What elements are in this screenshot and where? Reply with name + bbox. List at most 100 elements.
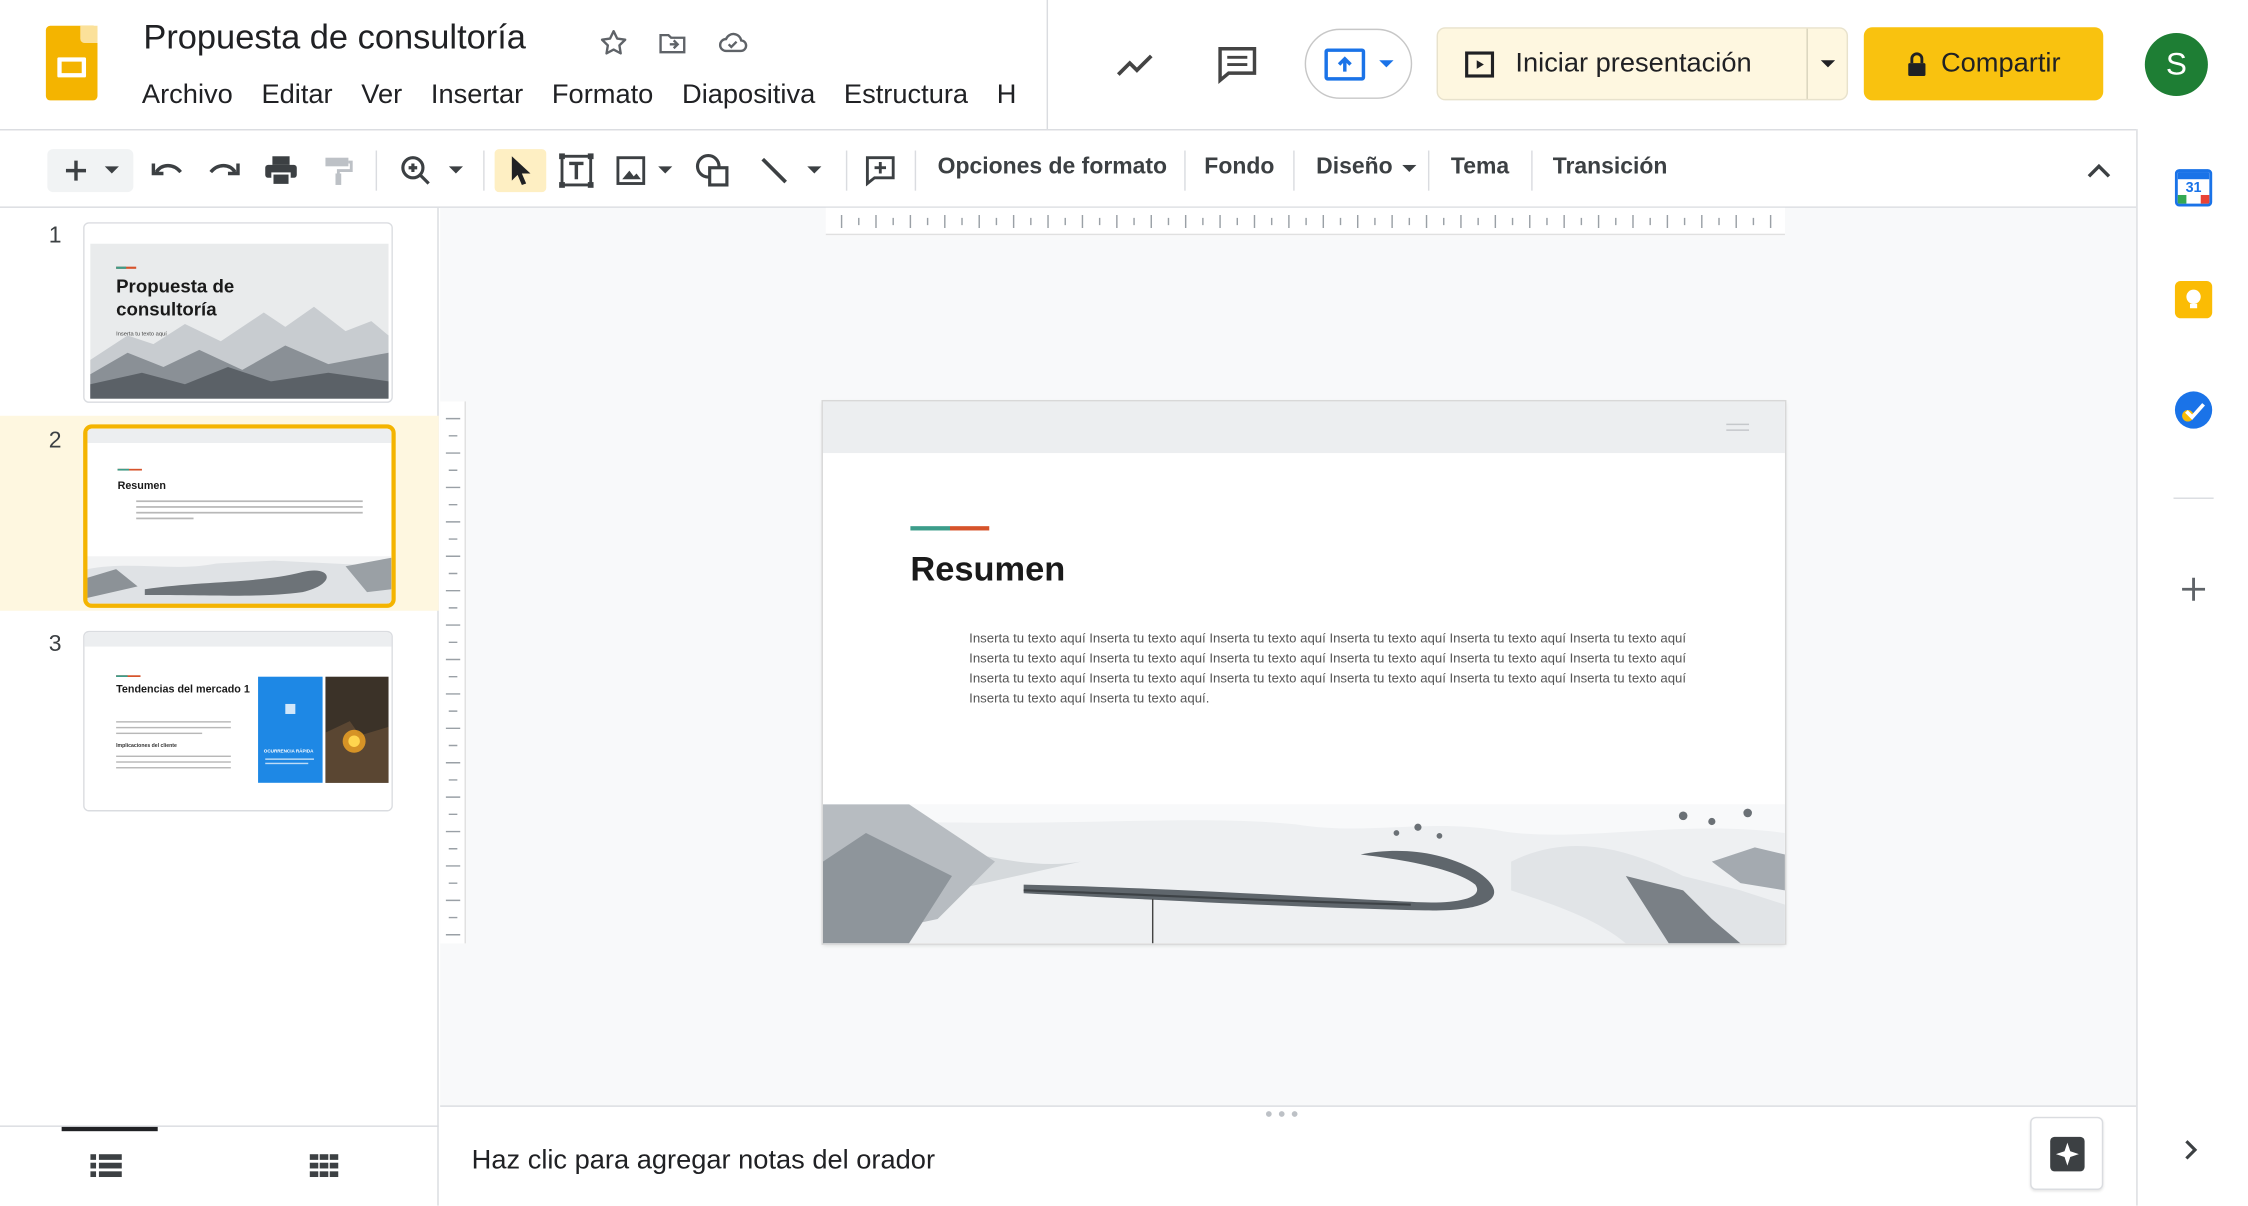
menu-ver[interactable]: Ver (361, 80, 402, 112)
start-presentation-label: Iniciar presentación (1515, 48, 1752, 79)
side-panel-divider (2173, 497, 2214, 499)
document-title[interactable]: Propuesta de consultoría (143, 19, 526, 59)
slide-header-band (822, 401, 1785, 454)
thumbnail-subheading: Implicaciones del cliente (116, 742, 177, 749)
chevron-down-icon (1378, 59, 1393, 67)
print-icon[interactable] (261, 149, 301, 192)
tasks-icon[interactable] (2174, 391, 2213, 429)
slide-number: 2 (48, 428, 62, 454)
theme-button[interactable]: Tema (1451, 155, 1509, 181)
undo-icon[interactable] (148, 149, 188, 192)
star-icon[interactable] (596, 26, 630, 60)
add-addon-icon[interactable] (2178, 573, 2210, 612)
layout-label: Diseño (1316, 154, 1393, 180)
keep-icon[interactable] (2174, 281, 2213, 319)
filmstrip-slide-2[interactable]: 2 Resumen (0, 415, 439, 611)
explore-sparkle-icon (2049, 1136, 2084, 1171)
menu-editar[interactable]: Editar (261, 80, 332, 112)
slide-thumbnail[interactable]: Tendencias del mercado 1 Implicaciones d… (83, 630, 393, 812)
account-avatar[interactable]: S (2144, 32, 2208, 97)
line-tool-button[interactable] (753, 149, 828, 192)
side-panel: 31 (2136, 129, 2248, 1206)
filmstrip-view-switcher (0, 1125, 439, 1205)
start-presentation-button[interactable]: Iniciar presentación (1438, 28, 1808, 99)
zoom-button[interactable] (394, 149, 469, 192)
format-options-button[interactable]: Opciones de formato (938, 155, 1167, 181)
paint-format-icon[interactable] (318, 149, 358, 192)
chevron-down-icon (448, 166, 464, 174)
slide-body-text[interactable]: Inserta tu texto aquí Inserta tu texto a… (969, 628, 1700, 708)
select-tool-icon[interactable] (494, 149, 547, 193)
thumbnail-card-label: OCURRENCIA RÁPIDA (263, 748, 314, 755)
speaker-notes-input[interactable]: Haz clic para agregar notas del orador (472, 1146, 935, 1178)
list-view-icon[interactable] (90, 1154, 122, 1184)
active-view-indicator (61, 1126, 158, 1132)
shape-icon[interactable] (691, 149, 734, 192)
add-comment-icon[interactable] (860, 149, 900, 192)
cloud-saved-icon[interactable] (715, 26, 749, 60)
new-slide-button[interactable] (47, 149, 134, 193)
slideshow-icon (1465, 50, 1495, 77)
toolbar: Opciones de formato Fondo Diseño Tema Tr… (0, 129, 2137, 208)
present-upload-icon (1323, 47, 1365, 80)
share-button[interactable]: Compartir (1863, 27, 2104, 101)
chevron-down-icon (658, 166, 673, 174)
snow-road-image (822, 804, 1785, 944)
zoom-icon (401, 156, 430, 185)
menu-diapositiva[interactable]: Diapositiva (682, 80, 815, 112)
horizontal-ruler[interactable] (825, 207, 1785, 236)
filmstrip-slide-3[interactable]: 3 Tendencias del mercado 1 Implicaciones… (0, 619, 439, 814)
slide-thumbnail[interactable]: Propuesta de consultoría Inserta tu text… (83, 222, 393, 403)
background-button[interactable]: Fondo (1204, 155, 1274, 181)
notes-resize-handle[interactable] (1265, 1111, 1298, 1117)
chevron-down-icon (1820, 59, 1835, 67)
slide-number: 3 (48, 632, 62, 657)
calendar-day: 31 (2185, 180, 2202, 197)
chevron-down-icon (807, 166, 822, 174)
redo-icon[interactable] (204, 149, 244, 192)
text-box-icon[interactable] (555, 149, 598, 192)
presentation-options-dropdown[interactable] (1808, 58, 1847, 69)
menu-ayuda-truncated[interactable]: H (997, 80, 1017, 112)
grid-view-icon[interactable] (309, 1154, 339, 1184)
thumbnail-title: Propuesta de consultoría (116, 275, 235, 320)
slide-filmstrip: 1 Propuesta de consultoría Inserta tu te… (0, 207, 439, 1206)
menu-insertar[interactable]: Insertar (431, 80, 523, 112)
menu-archivo[interactable]: Archivo (142, 80, 233, 112)
thumbnail-title: Resumen (117, 478, 166, 492)
plus-icon (65, 160, 87, 181)
move-folder-icon[interactable] (655, 26, 689, 60)
present-button-group: Iniciar presentación (1436, 27, 1849, 101)
thumbnail-subtitle: Inserta tu texto aquí (116, 329, 167, 337)
lock-icon (1907, 51, 1926, 76)
vertical-ruler[interactable] (440, 401, 466, 944)
title-accent-bar (910, 526, 990, 531)
menu-lines-icon (1726, 423, 1750, 431)
slide-number: 1 (48, 223, 62, 249)
activity-trend-icon[interactable] (1115, 44, 1158, 84)
slide-thumbnail-selected[interactable]: Resumen (83, 424, 396, 608)
chevron-down-icon (1401, 164, 1417, 173)
menu-bar: Archivo Editar Ver Insertar Formato Diap… (142, 80, 1045, 112)
collapse-toolbar-icon[interactable] (2079, 149, 2119, 192)
slides-logo[interactable] (45, 25, 98, 101)
present-to-meeting-button[interactable] (1304, 28, 1413, 99)
expand-side-panel-icon[interactable] (2182, 1137, 2199, 1170)
current-slide[interactable]: Resumen Inserta tu texto aquí Inserta tu… (822, 401, 1785, 944)
line-icon (761, 157, 787, 184)
calendar-icon[interactable]: 31 (2174, 169, 2213, 207)
menu-formato[interactable]: Formato (552, 80, 653, 112)
snow-road-image (87, 428, 392, 604)
explore-button[interactable] (2030, 1116, 2104, 1190)
thumbnail-title: Tendencias del mercado 1 (116, 682, 250, 696)
transition-button[interactable]: Transición (1553, 155, 1668, 181)
filmstrip-slide-1[interactable]: 1 Propuesta de consultoría Inserta tu te… (0, 211, 439, 406)
layout-button[interactable]: Diseño (1316, 154, 1417, 181)
insert-image-button[interactable] (612, 149, 675, 192)
comments-icon[interactable] (1216, 43, 1259, 86)
slide-title[interactable]: Resumen (910, 551, 1065, 591)
market-trends-image (84, 632, 392, 811)
image-icon (616, 156, 646, 185)
chevron-down-icon (104, 166, 119, 174)
menu-estructura[interactable]: Estructura (844, 80, 968, 112)
